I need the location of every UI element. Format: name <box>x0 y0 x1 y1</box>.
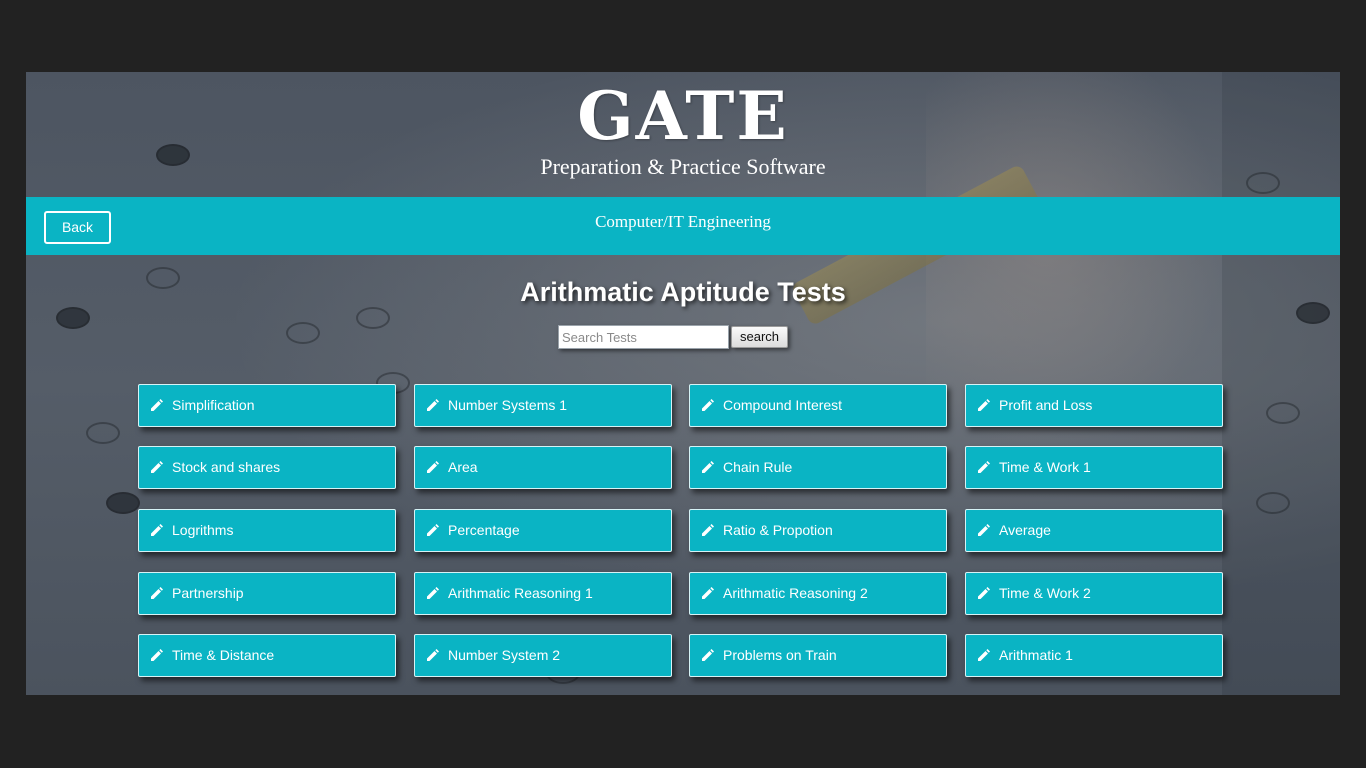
pencil-icon <box>702 524 714 536</box>
pencil-icon <box>978 399 990 411</box>
test-label: Problems on Train <box>723 647 837 663</box>
pencil-icon <box>978 524 990 536</box>
search-input[interactable] <box>558 325 729 349</box>
test-label: Stock and shares <box>172 459 281 475</box>
test-button[interactable]: Simplification <box>138 384 396 427</box>
pencil-icon <box>151 461 163 473</box>
pencil-icon <box>978 461 990 473</box>
test-label: Ratio & Propotion <box>723 522 833 538</box>
search-button[interactable]: search <box>731 326 788 348</box>
pencil-icon <box>151 524 163 536</box>
pencil-icon <box>151 399 163 411</box>
app-title: GATE <box>577 77 789 155</box>
pencil-icon <box>702 587 714 599</box>
test-button[interactable]: Area <box>414 446 672 489</box>
nav-bar: Back Computer/IT Engineering <box>26 197 1340 255</box>
test-button[interactable]: Logrithms <box>138 509 396 552</box>
test-button[interactable]: Number Systems 1 <box>414 384 672 427</box>
test-label: Area <box>448 459 478 475</box>
pencil-icon <box>427 461 439 473</box>
test-button[interactable]: Arithmatic 1 <box>965 634 1223 677</box>
test-label: Time & Work 2 <box>999 585 1091 601</box>
test-label: Percentage <box>448 522 520 538</box>
pencil-icon <box>702 461 714 473</box>
pencil-icon <box>978 587 990 599</box>
pencil-icon <box>151 587 163 599</box>
test-button[interactable]: Percentage <box>414 509 672 552</box>
branch-title: Computer/IT Engineering <box>595 212 771 231</box>
test-label: Number Systems 1 <box>448 397 568 413</box>
test-label: Chain Rule <box>723 459 793 475</box>
pencil-icon <box>702 649 714 661</box>
test-button[interactable]: Average <box>965 509 1223 552</box>
test-button[interactable]: Time & Work 1 <box>965 446 1223 489</box>
pencil-icon <box>427 524 439 536</box>
test-button[interactable]: Time & Distance <box>138 634 396 677</box>
test-label: Average <box>999 522 1051 538</box>
test-label: Simplification <box>172 397 255 413</box>
test-label: Profit and Loss <box>999 397 1093 413</box>
test-label: Compound Interest <box>723 397 843 413</box>
test-label: Arithmatic Reasoning 2 <box>723 585 868 601</box>
pencil-icon <box>427 587 439 599</box>
app-header: GATE Preparation & Practice Software <box>26 72 1340 197</box>
test-button[interactable]: Stock and shares <box>138 446 396 489</box>
pencil-icon <box>151 649 163 661</box>
page-title: Arithmatic Aptitude Tests <box>520 277 846 307</box>
test-button[interactable]: Partnership <box>138 572 396 615</box>
pencil-icon <box>427 399 439 411</box>
test-button[interactable]: Arithmatic Reasoning 1 <box>414 572 672 615</box>
pencil-icon <box>702 399 714 411</box>
test-button[interactable]: Profit and Loss <box>965 384 1223 427</box>
test-button[interactable]: Problems on Train <box>689 634 947 677</box>
test-button[interactable]: Compound Interest <box>689 384 947 427</box>
test-label: Time & Distance <box>172 647 275 663</box>
app-subtitle: Preparation & Practice Software <box>540 154 826 179</box>
test-button[interactable]: Arithmatic Reasoning 2 <box>689 572 947 615</box>
test-label: Logrithms <box>172 522 234 538</box>
pencil-icon <box>978 649 990 661</box>
test-button[interactable]: Number System 2 <box>414 634 672 677</box>
test-label: Arithmatic Reasoning 1 <box>448 585 593 601</box>
app-window: GATE Preparation & Practice Software Bac… <box>26 72 1340 695</box>
test-button[interactable]: Ratio & Propotion <box>689 509 947 552</box>
test-label: Partnership <box>172 585 244 601</box>
test-label: Time & Work 1 <box>999 459 1091 475</box>
test-button[interactable]: Time & Work 2 <box>965 572 1223 615</box>
test-button[interactable]: Chain Rule <box>689 446 947 489</box>
pencil-icon <box>427 649 439 661</box>
test-label: Arithmatic 1 <box>999 647 1073 663</box>
test-label: Number System 2 <box>448 647 561 663</box>
